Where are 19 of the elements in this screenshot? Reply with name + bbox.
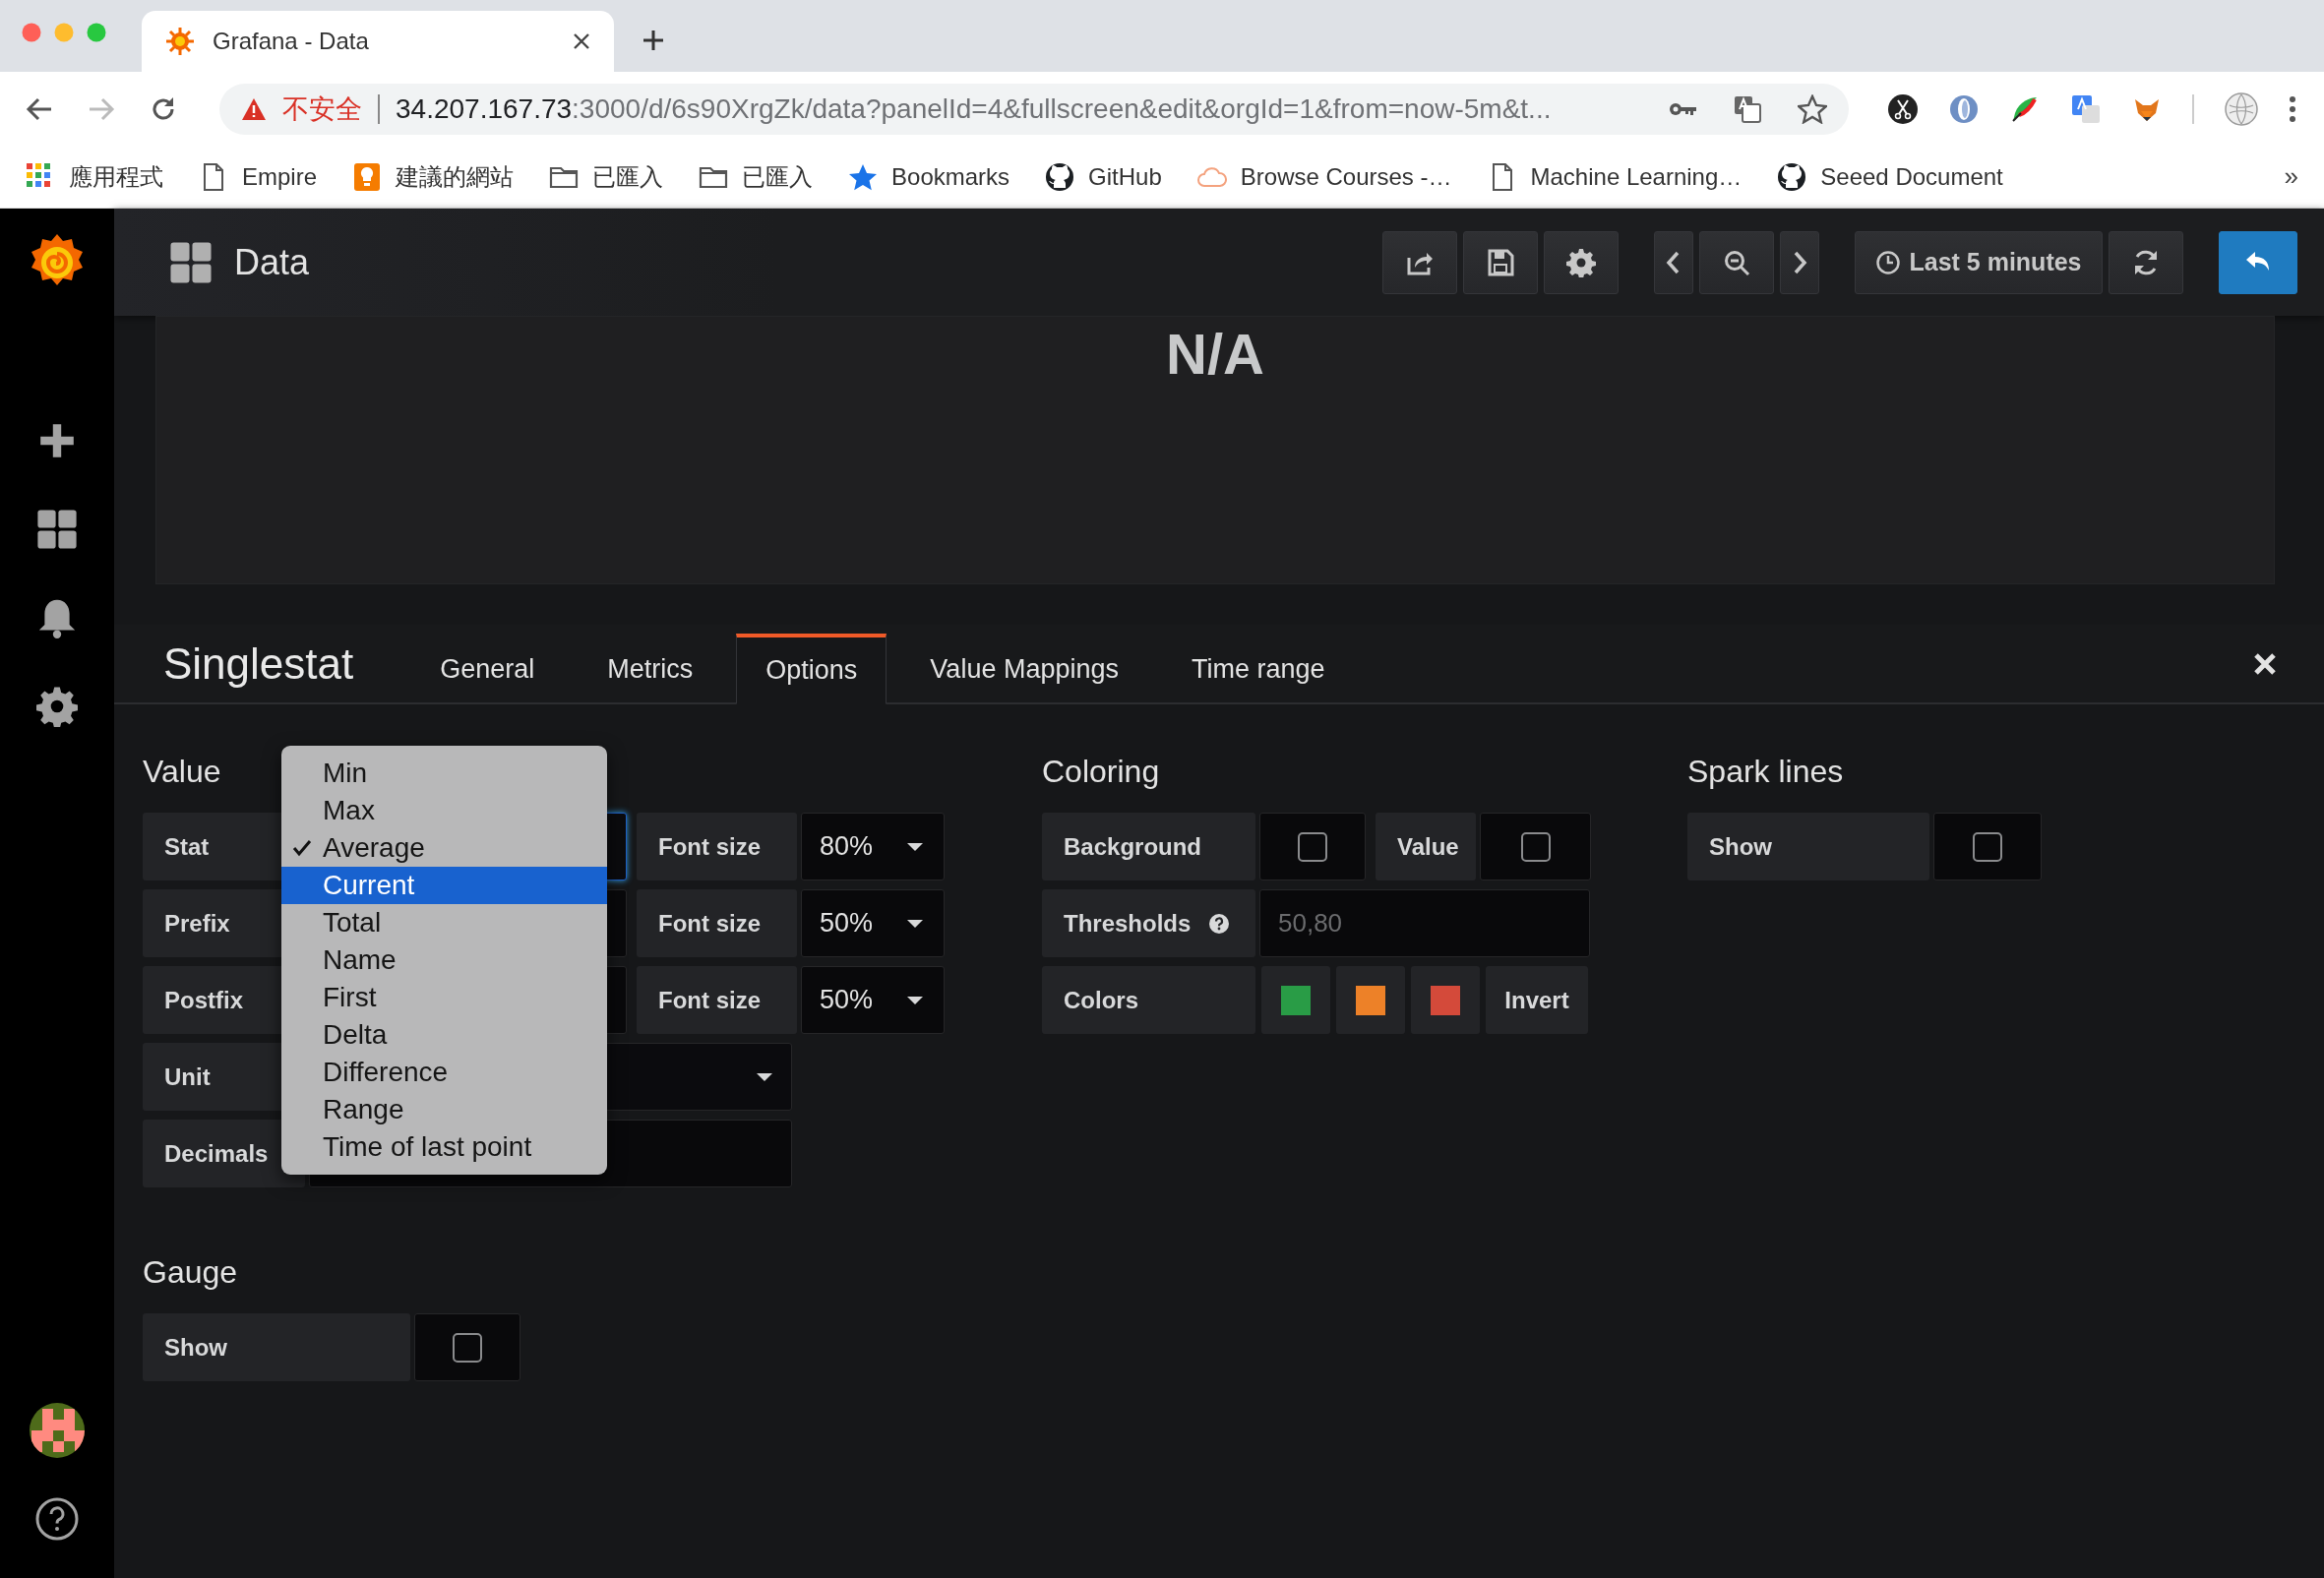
field-label: Thresholds [1064, 909, 1192, 938]
field-label: Font size [637, 889, 797, 957]
field-label: Show [143, 1313, 410, 1381]
stat-value: N/A [1166, 321, 1264, 387]
url-host-text: 34.207.167.73 [396, 92, 573, 125]
field-label: Colors [1042, 966, 1255, 1034]
field-label: Background [1042, 813, 1255, 880]
field-label: Show [1687, 813, 1929, 880]
tab-title: Grafana - Data [213, 28, 370, 55]
section-title: Spark lines [1687, 754, 1844, 791]
section-title: Coloring [1042, 754, 1160, 791]
field-label: Font size [637, 813, 797, 880]
field-label: Font size [637, 966, 797, 1034]
section-title: Value [143, 754, 221, 791]
url-path-text: :3000/d/6s90XrgZk/data?panelId=4&fullscreen&edit&orgId=1&from=now-5m&t... [572, 92, 1552, 125]
section-title: Gauge [143, 1254, 238, 1292]
security-warning: 不安全 [282, 92, 362, 126]
field-label: Value [1376, 813, 1476, 880]
editor-title: Singlestat [163, 638, 354, 689]
